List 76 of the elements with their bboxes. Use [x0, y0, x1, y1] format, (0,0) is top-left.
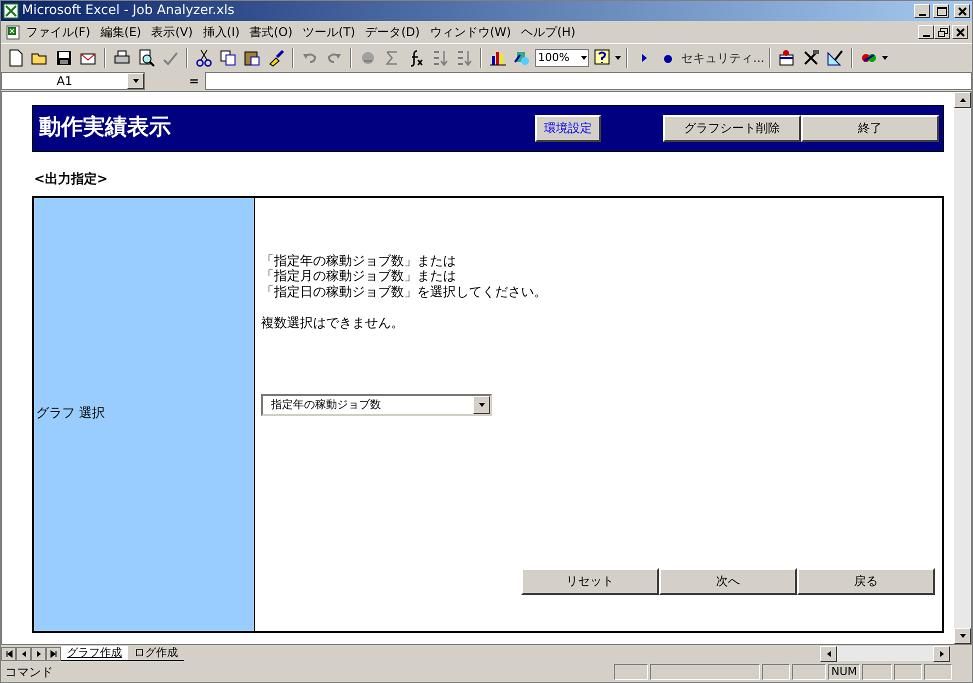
instruction-text: 「指定月の稼動ジョブ数」または [261, 269, 457, 285]
next-sheet-icon [34, 650, 42, 658]
minimize-icon [922, 34, 930, 36]
graph-dropdown[interactable]: 指定年の稼動ジョブ数 [261, 394, 492, 416]
form-button[interactable]: 次へ [659, 568, 797, 595]
copy-icon[interactable] [218, 48, 238, 68]
status-panel [894, 664, 922, 680]
minimize-button[interactable] [918, 25, 934, 39]
restore-icon [936, 26, 948, 38]
first-sheet-icon [4, 650, 12, 658]
dropdown-arrow-icon [478, 400, 486, 409]
menu-item[interactable]: ヘルプ(H) [516, 24, 580, 40]
menu-item[interactable]: ツール(T) [298, 24, 360, 40]
last-sheet-icon [50, 650, 58, 658]
horizontal-scrollbar[interactable] [820, 646, 950, 661]
form-button[interactable]: リセット [521, 568, 659, 595]
menu-item[interactable]: 編集(E) [95, 24, 146, 40]
sheet-tab[interactable]: ログ作成 [128, 646, 184, 661]
cut-icon[interactable] [194, 48, 214, 68]
prev-sheet-button[interactable] [16, 646, 31, 660]
instruction-text: 「指定年の稼動ジョブ数」または [261, 254, 457, 269]
note-text: 複数選択はできません。 [261, 316, 405, 332]
header-button[interactable]: 終了 [801, 115, 939, 142]
form-button[interactable]: 戻る [797, 568, 935, 595]
header-button[interactable]: グラフシート削除 [663, 115, 801, 142]
menu-item[interactable]: ファイル(F) [21, 24, 96, 40]
last-sheet-button[interactable] [46, 646, 61, 660]
equals-sign: = [188, 74, 200, 88]
label-cell: グラフ 選択 [34, 198, 255, 631]
status-panel [792, 664, 826, 680]
next-sheet-button[interactable] [31, 646, 46, 660]
status-text: コマンド [5, 664, 54, 680]
status-panel [924, 664, 952, 680]
section-label: <出力指定> [34, 172, 109, 188]
window-title: Microsoft Excel - Job Analyzer.xls [22, 3, 236, 19]
first-sheet-button[interactable] [1, 646, 16, 660]
help-icon[interactable] [592, 48, 612, 68]
close-icon [954, 26, 966, 38]
status-panel [762, 664, 790, 680]
instruction-text: 「指定日の稼動ジョブ数」を選択してください。 [261, 284, 548, 300]
minimize-icon [918, 14, 926, 16]
num-lock-indicator: NUM [828, 664, 860, 680]
menu-item[interactable]: ウィンドウ(W) [424, 24, 516, 40]
page-title: 動作実績表示 [39, 115, 172, 142]
close-button[interactable] [954, 4, 970, 18]
excel-icon [3, 3, 19, 19]
prev-sheet-icon [20, 650, 28, 658]
maximize-button[interactable] [933, 4, 949, 18]
close-button[interactable] [952, 25, 968, 39]
security-button[interactable]: セキュリティ... [681, 48, 764, 66]
close-icon [956, 6, 968, 16]
caret-icon [882, 56, 888, 60]
formula-field[interactable] [205, 72, 972, 90]
header-button[interactable]: 環境設定 [535, 115, 601, 142]
dropdown-arrow-icon [132, 77, 140, 85]
restore-button[interactable] [934, 25, 950, 39]
menu-item[interactable]: データ(D) [360, 24, 425, 40]
vertical-scrollbar[interactable] [954, 92, 971, 644]
menu-item[interactable]: 表示(V) [146, 24, 198, 40]
scroll-down-icon [958, 632, 966, 640]
minimize-button[interactable] [914, 4, 930, 18]
workbook-icon [5, 24, 21, 40]
menu-item[interactable]: 挿入(I) [198, 24, 245, 40]
zoom-field[interactable]: 100% [535, 48, 589, 66]
status-panel [862, 664, 892, 680]
scroll-left-icon [824, 650, 832, 658]
sheet-tab[interactable]: グラフ作成 [61, 646, 128, 661]
scroll-up-icon [958, 96, 966, 104]
drawing-icon[interactable] [825, 48, 846, 68]
dropdown-arrow-icon [580, 54, 588, 62]
caret-icon [615, 56, 621, 60]
maximize-icon [936, 6, 946, 16]
status-panel [614, 664, 648, 680]
menu-item[interactable]: 書式(O) [244, 24, 298, 40]
name-box[interactable]: A1 [1, 72, 145, 90]
scroll-right-icon [938, 650, 946, 658]
